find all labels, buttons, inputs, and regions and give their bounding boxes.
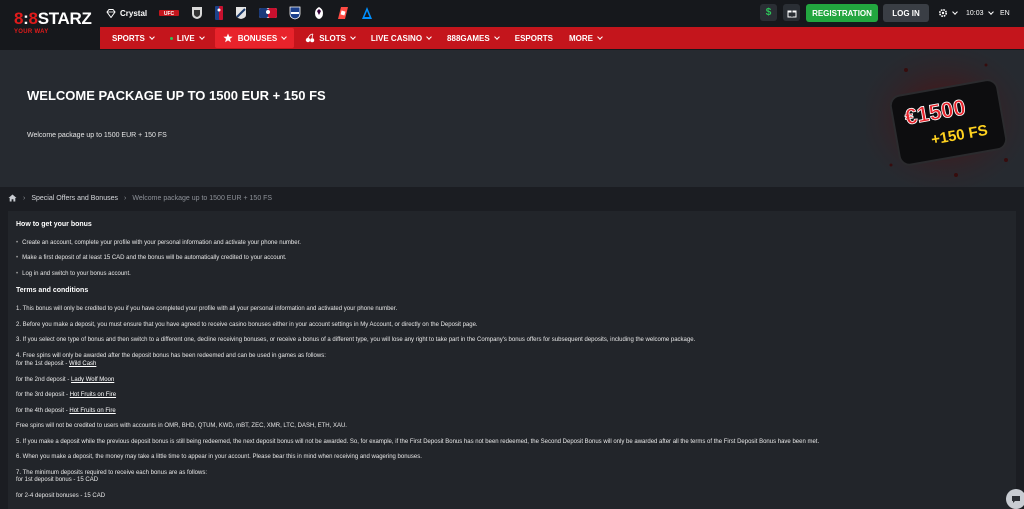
crystal-icon[interactable]: Crystal (106, 3, 147, 23)
nav-live[interactable]: LIVE (162, 28, 212, 48)
live-dot-icon (169, 36, 173, 40)
logo-wordmark: 8:8STARZ (14, 9, 92, 28)
how-step: Make a first deposit of at least 15 CAD … (16, 255, 286, 261)
bonus-amount-illustration: €1500 +150 FS (866, 50, 1024, 187)
chevron-down-icon (281, 33, 288, 40)
term-2: 2. Before you make a deposit, you must e… (16, 322, 478, 328)
nfl-icon[interactable] (289, 3, 301, 23)
mlb-icon[interactable] (259, 3, 278, 23)
chevron-right-icon: › (124, 194, 127, 202)
nav-sports-label: SPORTS (112, 33, 145, 43)
free-spin-line: for the 3rd deposit - Hot Fruits on Fire (16, 392, 117, 398)
gear-icon (938, 8, 948, 18)
chat-icon (1012, 495, 1020, 503)
how-to-title: How to get your bonus (16, 221, 92, 228)
bonus-terms-panel: How to get your bonus Create an account,… (8, 211, 1016, 509)
site-header: 8:8STARZ YOUR WAY Crystal UFC $ REGISTRA… (0, 0, 1024, 50)
game-link-lady-wolf-moon[interactable]: Lady Wolf Moon (71, 377, 114, 383)
deposit-button[interactable]: $ (760, 4, 777, 21)
site-logo[interactable]: 8:8STARZ YOUR WAY (14, 9, 92, 40)
home-icon[interactable] (8, 194, 17, 202)
cherry-icon (306, 33, 315, 43)
promo-banner: WELCOME PACKAGE UP TO 1500 EUR + 150 FS … (0, 50, 1024, 187)
term-1: 1. This bonus will only be credited to y… (16, 306, 398, 312)
term-6: 6. When you make a deposit, the money ma… (16, 454, 422, 460)
nav-888games[interactable]: 888GAMES (439, 28, 507, 48)
gift-icon (787, 10, 796, 17)
nba-icon[interactable] (215, 3, 224, 23)
term-5: 5. If you make a deposit while the previ… (16, 439, 820, 445)
login-button[interactable]: LOG IN (883, 4, 929, 22)
gift-button[interactable] (783, 4, 800, 21)
how-step: Create an account, complete your profile… (16, 240, 301, 246)
chevron-down-icon (987, 8, 994, 15)
nav-more[interactable]: MORE (561, 28, 610, 48)
banner-title: WELCOME PACKAGE UP TO 1500 EUR + 150 FS (27, 88, 326, 103)
breadcrumb-special-offers[interactable]: Special Offers and Bonuses (31, 195, 118, 202)
svg-text:UFC: UFC (164, 11, 175, 17)
min-deposit-line: for 1st deposit bonus - 15 CAD (16, 477, 99, 483)
clock-time: 10:03 (966, 9, 984, 17)
breadcrumb-current: Welcome package up to 1500 EUR + 150 FS (132, 194, 273, 202)
game-link-hot-fruits-on-fire[interactable]: Hot Fruits on Fire (70, 392, 116, 398)
ufc-icon[interactable]: UFC (159, 3, 180, 23)
nhl-icon[interactable] (191, 3, 203, 23)
chevron-down-icon (350, 33, 356, 40)
chevron-down-icon (493, 33, 500, 40)
logo-tagline: YOUR WAY (14, 29, 49, 35)
crystal-label: Crystal (120, 8, 148, 18)
star-icon (223, 33, 233, 43)
language-selector[interactable]: EN (1000, 6, 1010, 20)
term-4: 4. Free spins will only be awarded after… (16, 353, 326, 359)
nav-bonuses-label: BONUSES (237, 33, 278, 43)
banner-subtitle: Welcome package up to 1500 EUR + 150 FS (27, 132, 167, 139)
registration-button[interactable]: REGISTRATION (806, 4, 878, 22)
laliga-icon[interactable] (337, 3, 349, 23)
free-spin-line: for the 4th deposit - Hot Fruits on Fire (16, 408, 116, 414)
chevron-down-icon (426, 33, 432, 40)
how-step: Log in and switch to your bonus account. (16, 271, 131, 277)
premier-league-icon[interactable] (313, 3, 325, 23)
chevron-down-icon (952, 8, 958, 15)
language-label: EN (1000, 9, 1010, 17)
nav-more-label: MORE (568, 33, 593, 43)
nav-slots[interactable]: SLOTS (297, 28, 363, 48)
mls-icon[interactable] (235, 3, 247, 23)
main-nav: SPORTS LIVE BONUSES SLOTS LIVE CASINO 88… (100, 27, 1024, 49)
support-chat-button[interactable] (1006, 489, 1024, 509)
chevron-down-icon (198, 33, 205, 40)
game-link-wild-cash[interactable]: Wild Cash (69, 361, 96, 367)
nav-live-label: LIVE (176, 33, 195, 43)
game-link-hot-fruits-on-fire[interactable]: Hot Fruits on Fire (69, 408, 115, 414)
nav-live-casino-label: LIVE CASINO (370, 33, 423, 43)
nav-esports-label: ESPORTS (514, 33, 553, 43)
chevron-right-icon: › (23, 194, 26, 202)
nav-888games-label: 888GAMES (447, 33, 490, 43)
nav-sports[interactable]: SPORTS (104, 28, 162, 48)
alpine-icon[interactable] (361, 3, 373, 23)
free-spin-line: for the 2nd deposit - Lady Wolf Moon (16, 377, 115, 383)
settings-menu[interactable] (938, 6, 958, 20)
nav-slots-label: SLOTS (319, 33, 346, 43)
clock-menu[interactable]: 10:03 (966, 6, 994, 20)
nav-esports[interactable]: ESPORTS (507, 28, 561, 48)
terms-title: Terms and conditions (16, 287, 89, 294)
breadcrumb: › Special Offers and Bonuses › Welcome p… (8, 192, 272, 204)
term-3: 3. If you select one type of bonus and t… (16, 337, 696, 343)
free-spin-note: Free spins will not be credited to users… (16, 423, 347, 429)
term-7: 7. The minimum deposits required to rece… (16, 470, 207, 476)
free-spin-line: for the 1st deposit - Wild Cash (16, 361, 97, 367)
top-partner-icons: Crystal UFC (106, 3, 385, 23)
nav-live-casino[interactable]: LIVE CASINO (363, 28, 439, 48)
min-deposit-line: for 2-4 deposit bonuses - 15 CAD (16, 493, 106, 499)
chevron-down-icon (149, 33, 155, 40)
chevron-down-icon (597, 33, 603, 40)
nav-bonuses[interactable]: BONUSES (214, 28, 295, 48)
